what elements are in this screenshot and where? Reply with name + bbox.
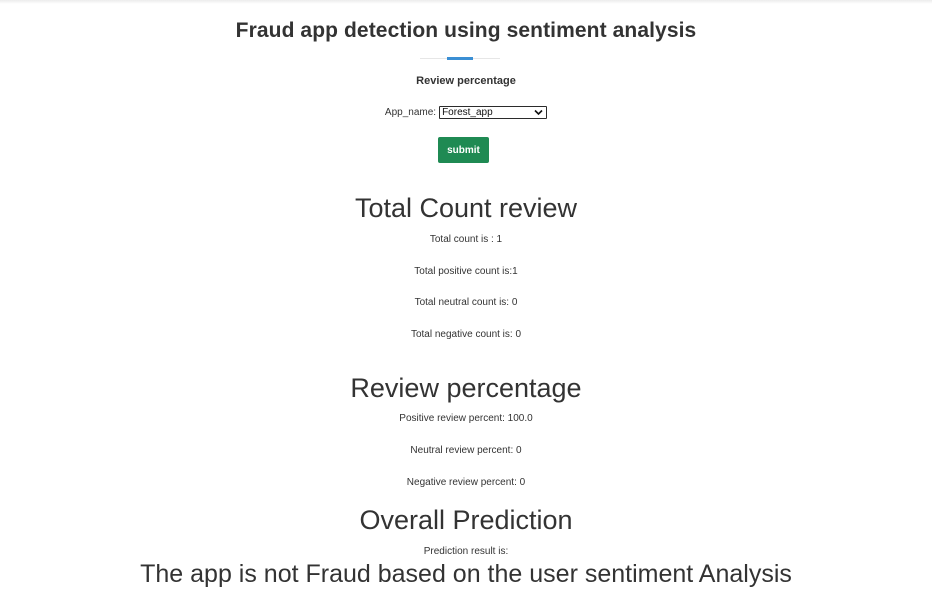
app-name-label: App_name:	[384, 107, 437, 118]
form-subtitle: Review percentage	[416, 75, 516, 87]
app-select-form: App_name: Forest_app	[0, 106, 932, 119]
review-percentage-heading: Review percentage	[350, 373, 582, 403]
total-negative-count-text: Total negative count is: 0	[410, 329, 522, 340]
total-neutral-count-text: Total neutral count is: 0	[414, 297, 518, 308]
chevron-down-icon	[534, 109, 543, 116]
prediction-result: The app is not Fraud based on the user s…	[140, 560, 792, 588]
negative-percent-text: Negative review percent: 0	[406, 477, 526, 488]
prediction-label: Prediction result is:	[423, 546, 509, 557]
page: Fraud app detection using sentiment anal…	[0, 0, 932, 600]
app-name-select[interactable]: Forest_app	[439, 106, 548, 119]
submit-button[interactable]: submit	[438, 137, 489, 163]
positive-percent-text: Positive review percent: 100.0	[399, 413, 533, 424]
total-count-heading: Total Count review	[354, 193, 578, 223]
neutral-percent-text: Neutral review percent: 0	[410, 445, 522, 456]
total-count-text: Total count is : 1	[429, 234, 503, 245]
overall-prediction-heading: Overall Prediction	[359, 505, 573, 535]
title-divider-accent	[447, 57, 473, 60]
app-name-selected-value: Forest_app	[442, 107, 493, 118]
total-positive-count-text: Total positive count is:1	[414, 266, 518, 277]
page-title: Fraud app detection using sentiment anal…	[235, 19, 697, 42]
top-shadow-bar	[0, 0, 932, 4]
